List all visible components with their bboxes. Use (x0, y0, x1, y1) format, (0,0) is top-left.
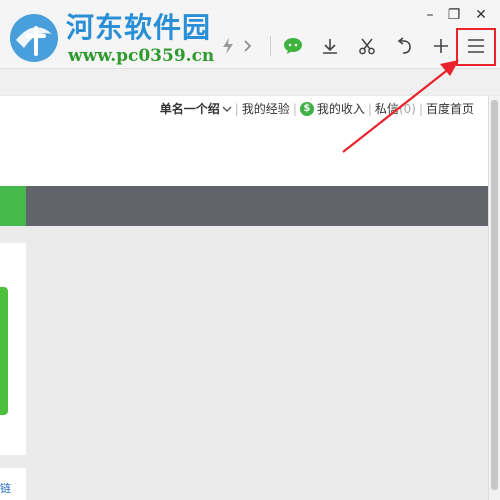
restore-button[interactable]: ❐ (444, 4, 464, 26)
browser-chrome: 河东软件园 www.pc0359.cn – ❐ ✕ (0, 0, 500, 95)
toolbar-separator (270, 36, 271, 56)
divider: | (234, 102, 239, 116)
user-links: 单名一个绍 | 我的经验 | $ 我的收入 | 私信 (0) | 百度首页 (160, 101, 474, 117)
nav-bar (0, 186, 488, 226)
web-page: 单名一个绍 | 我的经验 | $ 我的收入 | 私信 (0) | 百度首页 链 (0, 96, 488, 500)
homepage-link[interactable]: 百度首页 (426, 101, 474, 117)
undo-icon[interactable] (391, 32, 417, 60)
footer-card: 链 (0, 468, 26, 500)
vertical-scrollbar[interactable] (488, 96, 500, 500)
nav-active-tab[interactable] (0, 186, 26, 226)
experience-link[interactable]: 我的经验 (242, 101, 290, 117)
messages-link[interactable]: 私信 (375, 101, 399, 117)
green-action-button[interactable] (0, 287, 8, 415)
divider: | (418, 102, 423, 116)
divider: | (367, 102, 372, 116)
coin-icon: $ (299, 102, 314, 116)
content-card (0, 243, 26, 455)
wechat-icon[interactable] (280, 32, 306, 60)
bookmark-bar (0, 68, 500, 95)
footer-link[interactable]: 链 (0, 480, 11, 496)
username-link[interactable]: 单名一个绍 (160, 101, 220, 117)
site-logo-icon (10, 14, 58, 62)
watermark-brand: 河东软件园 (66, 11, 212, 44)
minimize-button[interactable]: – (420, 4, 440, 26)
download-icon[interactable] (317, 32, 343, 60)
chevron-right-icon[interactable] (238, 32, 258, 60)
message-count: (0) (398, 102, 416, 116)
page-header: 单名一个绍 | 我的经验 | $ 我的收入 | 私信 (0) | 百度首页 (0, 96, 488, 186)
divider: | (292, 102, 297, 116)
close-button[interactable]: ✕ (470, 4, 492, 26)
watermark-url: www.pc0359.cn (68, 46, 215, 66)
menu-highlight-box (456, 28, 496, 66)
chevron-down-icon[interactable] (222, 105, 232, 113)
plus-icon[interactable] (428, 32, 454, 60)
scrollbar-thumb[interactable] (491, 100, 498, 490)
scissors-icon[interactable] (354, 32, 380, 60)
income-link[interactable]: 我的收入 (317, 101, 365, 117)
